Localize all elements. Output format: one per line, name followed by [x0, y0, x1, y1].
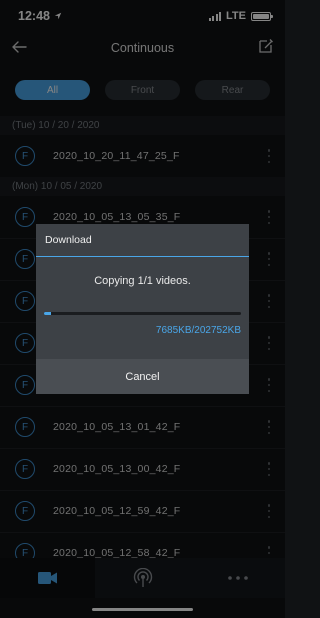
dialog-message: Copying 1/1 videos. [94, 275, 191, 287]
bytes-current: 7685KB [155, 325, 192, 336]
progress-fill [44, 312, 52, 315]
download-dialog: Download Copying 1/1 videos. 7685KB/2027… [36, 224, 249, 394]
download-progress-bar [44, 312, 241, 315]
dialog-title: Download [36, 224, 249, 257]
cancel-button[interactable]: Cancel [36, 359, 249, 394]
bytes-total: 202752KB [194, 325, 241, 336]
download-bytes: 7685KB/202752KB [156, 325, 241, 336]
